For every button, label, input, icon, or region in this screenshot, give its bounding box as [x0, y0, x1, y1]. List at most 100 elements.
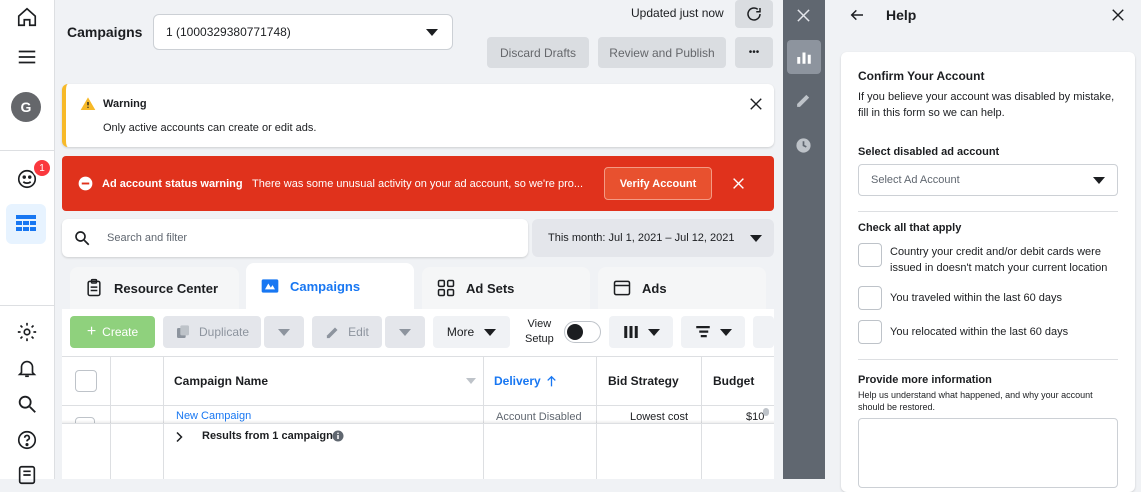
breakdown-button[interactable]	[681, 316, 745, 348]
tab-ads[interactable]: Ads	[598, 267, 766, 309]
verify-account-button[interactable]: Verify Account	[604, 167, 712, 200]
option-label: You relocated within the last 60 days	[890, 326, 1069, 338]
account-status-banner: Ad account status warning There was some…	[62, 156, 774, 211]
option-label: You traveled within the last 60 days	[890, 292, 1063, 304]
option-checkbox-relocated[interactable]	[858, 320, 882, 344]
side-tool-rail	[783, 0, 825, 479]
chevron-right-icon[interactable]	[173, 431, 185, 443]
divider	[0, 150, 55, 151]
chevron-down-icon	[278, 328, 290, 336]
date-range-label: This month: Jul 1, 2021 – Jul 12, 2021	[548, 232, 735, 244]
charts-icon[interactable]	[787, 40, 821, 74]
divider	[858, 359, 1118, 360]
select-ad-account-dropdown[interactable]: Select Ad Account	[858, 164, 1118, 196]
sort-up-arrow-icon	[546, 375, 556, 386]
refresh-icon	[747, 7, 761, 21]
avatar[interactable]: G	[11, 92, 41, 122]
help-icon[interactable]	[10, 423, 44, 457]
chevron-down-icon	[750, 235, 762, 242]
help-title: Help	[886, 7, 917, 23]
discard-drafts-button[interactable]: Discard Drafts	[487, 37, 589, 68]
settings-gear-icon[interactable]	[10, 315, 44, 349]
warning-icon	[80, 97, 96, 110]
pencil-icon	[327, 327, 338, 338]
header-bid-strategy[interactable]: Bid Strategy	[608, 357, 679, 405]
duplicate-button[interactable]: Duplicate	[163, 316, 261, 348]
account-select[interactable]: 1 (1000329380771748)	[153, 14, 453, 50]
tab-campaigns[interactable]: Campaigns	[246, 263, 414, 309]
warning-banner: Warning Only active accounts can create …	[62, 84, 774, 147]
tab-resource-center[interactable]: Resource Center	[70, 267, 239, 309]
warning-title: Warning	[103, 98, 147, 110]
close-icon[interactable]	[732, 177, 745, 190]
tab-label: Resource Center	[114, 280, 219, 296]
date-range-picker[interactable]: This month: Jul 1, 2021 – Jul 12, 2021	[532, 219, 774, 257]
header-label: Budget	[713, 374, 755, 388]
ads-manager-table-icon[interactable]	[6, 204, 46, 244]
close-icon[interactable]	[1111, 8, 1125, 22]
search-icon	[75, 231, 90, 246]
tab-ad-sets[interactable]: Ad Sets	[422, 267, 590, 309]
scrollbar-thumb[interactable]	[763, 408, 769, 416]
ad-sets-grid-icon	[437, 279, 455, 297]
chevron-down-icon	[484, 328, 497, 336]
select-all-checkbox[interactable]	[75, 370, 97, 392]
card-intro: If you believe your account was disabled…	[858, 91, 1115, 119]
search-filter-input[interactable]: Search and filter	[62, 219, 528, 257]
option-checkbox-card-location[interactable]	[858, 243, 882, 267]
review-publish-button[interactable]: Review and Publish	[598, 37, 726, 68]
select-placeholder: Select Ad Account	[871, 174, 960, 186]
bell-icon[interactable]	[10, 351, 44, 385]
edit-dropdown-button[interactable]	[385, 316, 425, 348]
header-label: Campaign Name	[174, 374, 269, 388]
banner-message: There was some unusual activity on your …	[252, 178, 584, 190]
reports-button[interactable]	[753, 316, 774, 348]
divider	[0, 305, 55, 306]
more-options-button[interactable]: •••	[735, 37, 773, 68]
duplicate-dropdown-button[interactable]	[264, 316, 304, 348]
account-select-value: 1 (1000329380771748)	[166, 25, 291, 39]
view-setup-toggle[interactable]	[564, 321, 601, 343]
duplicate-icon	[176, 325, 189, 338]
option-label: Country your credit and/or debit cards w…	[890, 246, 1108, 274]
header-budget[interactable]: Budget	[713, 357, 754, 405]
chevron-down-icon	[648, 328, 660, 336]
report-icon[interactable]	[10, 458, 44, 492]
plus-icon: +	[86, 323, 97, 340]
divider	[858, 211, 1118, 212]
tab-label: Campaigns	[290, 278, 361, 294]
help-panel: Help Confirm Your Account If you believe…	[825, 0, 1141, 492]
more-button[interactable]: More	[433, 316, 510, 348]
results-summary: Results from 1 campaign	[202, 430, 333, 442]
header-campaign-name[interactable]: Campaign Name	[174, 357, 268, 405]
columns-button[interactable]	[609, 316, 673, 348]
header-delivery[interactable]: Delivery	[494, 357, 558, 405]
refresh-button[interactable]	[735, 0, 773, 28]
home-icon[interactable]	[10, 0, 44, 34]
edit-button[interactable]: Edit	[312, 316, 382, 348]
chevron-down-icon	[426, 29, 438, 36]
toggle-knob	[567, 324, 583, 340]
more-info-textarea[interactable]	[858, 418, 1118, 488]
chevron-down-icon	[720, 328, 732, 336]
chevron-down-icon	[399, 328, 411, 336]
option-checkbox-traveled[interactable]	[858, 286, 882, 310]
create-button[interactable]: + Create	[70, 316, 155, 348]
info-icon[interactable]	[332, 430, 344, 442]
blocked-icon	[78, 176, 93, 191]
clipboard-icon	[87, 278, 101, 297]
tab-label: Ads	[642, 280, 667, 296]
back-arrow-icon[interactable]	[849, 7, 865, 23]
warning-message: Only active accounts can create or edit …	[103, 122, 317, 134]
sort-chevron-icon[interactable]	[466, 378, 476, 384]
menu-icon[interactable]	[10, 40, 44, 74]
pencil-icon[interactable]	[795, 92, 812, 109]
create-label: Create	[102, 325, 139, 339]
close-icon[interactable]	[749, 97, 763, 111]
select-account-label: Select disabled ad account	[858, 146, 1000, 158]
close-icon[interactable]	[796, 8, 811, 23]
view-setup-label: View Setup	[525, 318, 554, 345]
search-icon[interactable]	[10, 387, 44, 421]
notification-badge: 1	[32, 158, 52, 178]
clock-icon[interactable]	[795, 137, 812, 154]
